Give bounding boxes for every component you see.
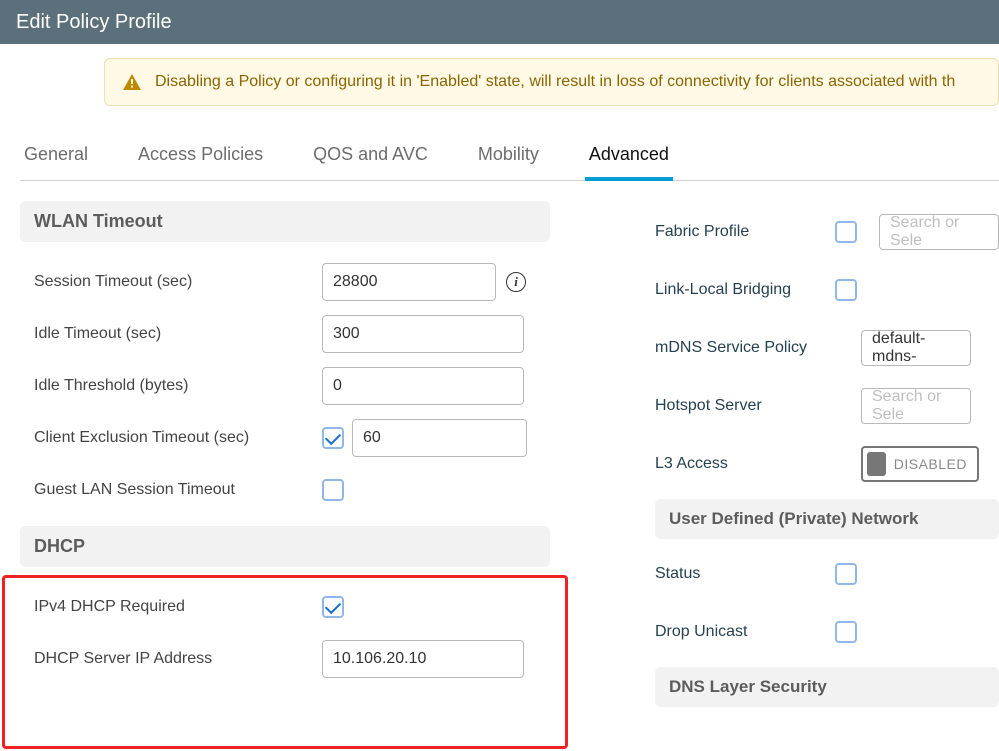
drop-unicast-label: Drop Unicast — [655, 623, 835, 641]
link-local-bridging-label: Link-Local Bridging — [655, 281, 835, 299]
fabric-profile-select[interactable]: Search or Sele — [879, 214, 999, 250]
dhcp-server-ip-label: DHCP Server IP Address — [34, 650, 322, 668]
status-label: Status — [655, 565, 835, 583]
idle-threshold-label: Idle Threshold (bytes) — [34, 377, 322, 395]
idle-threshold-input[interactable] — [322, 367, 524, 405]
l3-access-value: DISABLED — [894, 456, 967, 472]
guest-lan-label: Guest LAN Session Timeout — [34, 481, 322, 499]
hotspot-placeholder: Search or Sele — [872, 388, 960, 424]
hotspot-server-label: Hotspot Server — [655, 397, 835, 415]
mdns-value: default-mdns- — [872, 330, 960, 366]
page-title: Edit Policy Profile — [16, 11, 172, 34]
ipv4-dhcp-required-label: IPv4 DHCP Required — [34, 598, 322, 616]
session-timeout-input[interactable] — [322, 263, 496, 301]
l3-access-label: L3 Access — [655, 455, 835, 473]
tab-qos-avc[interactable]: QOS and AVC — [309, 144, 432, 181]
guest-lan-checkbox[interactable] — [322, 479, 344, 501]
tabs: General Access Policies QOS and AVC Mobi… — [20, 144, 999, 181]
mdns-service-policy-label: mDNS Service Policy — [655, 338, 835, 357]
fabric-profile-placeholder: Search or Sele — [890, 214, 988, 250]
hotspot-server-select[interactable]: Search or Sele — [861, 388, 971, 424]
link-local-bridging-checkbox[interactable] — [835, 279, 857, 301]
warning-text: Disabling a Policy or configuring it in … — [155, 73, 955, 91]
info-icon[interactable]: i — [506, 272, 526, 292]
session-timeout-label: Session Timeout (sec) — [34, 273, 322, 291]
tab-mobility[interactable]: Mobility — [474, 144, 543, 181]
warning-icon — [123, 74, 141, 90]
status-checkbox[interactable] — [835, 563, 857, 585]
idle-timeout-label: Idle Timeout (sec) — [34, 325, 322, 343]
client-exclusion-label: Client Exclusion Timeout (sec) — [34, 429, 322, 447]
client-exclusion-input[interactable] — [352, 419, 527, 457]
section-dhcp: DHCP — [20, 526, 550, 567]
tab-access-policies[interactable]: Access Policies — [134, 144, 267, 181]
l3-access-toggle[interactable]: DISABLED — [861, 446, 979, 482]
fabric-profile-checkbox[interactable] — [835, 221, 857, 243]
toggle-knob-icon — [867, 452, 886, 476]
tab-general[interactable]: General — [20, 144, 92, 181]
idle-timeout-input[interactable] — [322, 315, 524, 353]
ipv4-dhcp-required-checkbox[interactable] — [322, 596, 344, 618]
mdns-service-policy-select[interactable]: default-mdns- — [861, 330, 971, 366]
section-user-defined-network: User Defined (Private) Network — [655, 499, 999, 539]
section-wlan-timeout: WLAN Timeout — [20, 201, 550, 242]
dhcp-server-ip-input[interactable] — [322, 640, 524, 678]
client-exclusion-checkbox[interactable] — [322, 427, 344, 449]
section-dns-layer-security: DNS Layer Security — [655, 667, 999, 707]
title-bar: Edit Policy Profile — [0, 0, 999, 44]
fabric-profile-label: Fabric Profile — [655, 223, 835, 241]
warning-banner: Disabling a Policy or configuring it in … — [104, 58, 999, 106]
tab-advanced[interactable]: Advanced — [585, 144, 673, 181]
drop-unicast-checkbox[interactable] — [835, 621, 857, 643]
